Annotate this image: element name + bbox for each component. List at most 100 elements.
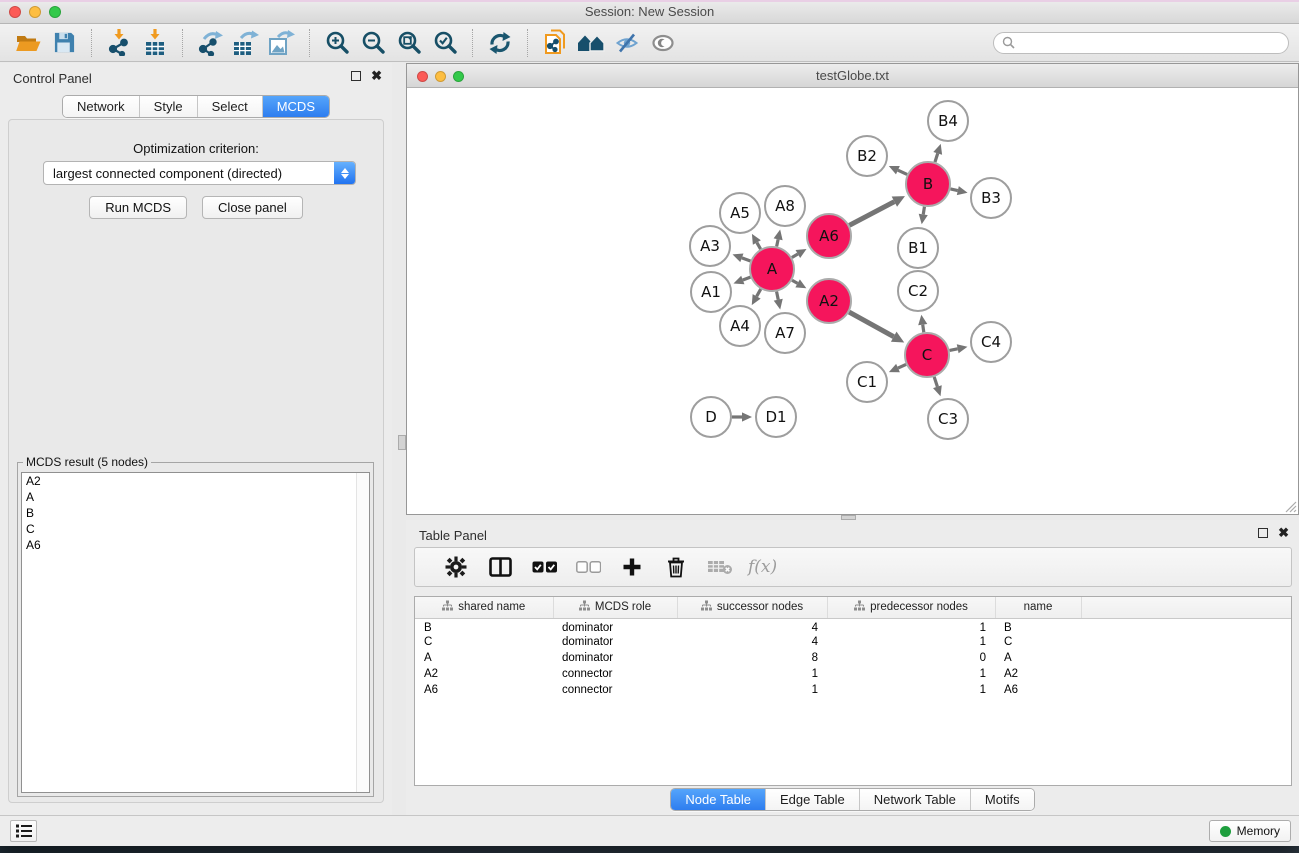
graph-node-B[interactable]: B (906, 162, 950, 206)
graph-edge-A-A8[interactable] (774, 230, 783, 247)
first-neighbors-button[interactable] (576, 28, 606, 58)
save-session-button[interactable] (49, 28, 79, 58)
result-list-item[interactable]: A (22, 489, 369, 505)
graph-node-A4[interactable]: A4 (720, 306, 760, 346)
close-panel-icon[interactable]: ✖ (371, 71, 382, 81)
graph-node-D1[interactable]: D1 (756, 397, 796, 437)
show-graphics-details-button[interactable] (648, 28, 678, 58)
graph-edge-C-C4[interactable] (950, 344, 968, 353)
table-cell[interactable]: 1 (677, 666, 827, 682)
tab-edge-table[interactable]: Edge Table (765, 789, 859, 810)
graph-edge-B-B1[interactable] (919, 207, 928, 225)
graph-node-B3[interactable]: B3 (971, 178, 1011, 218)
new-network-from-selection-button[interactable] (540, 28, 570, 58)
run-mcds-button[interactable]: Run MCDS (89, 196, 187, 219)
hide-graphics-details-button[interactable] (612, 28, 642, 58)
table-cell[interactable]: 1 (827, 682, 995, 698)
table-cell[interactable]: 8 (677, 650, 827, 666)
graph-edge-B-B2[interactable] (889, 166, 907, 174)
graph-node-C4[interactable]: C4 (971, 322, 1011, 362)
table-cell[interactable]: C (995, 634, 1081, 650)
fx-button[interactable]: f(x) (748, 557, 777, 577)
graph-edge-A2-C[interactable] (849, 312, 904, 342)
graph-node-C3[interactable]: C3 (928, 399, 968, 439)
graph-node-A8[interactable]: A8 (765, 186, 805, 226)
zoom-in-button[interactable] (322, 28, 352, 58)
graph-node-A[interactable]: A (750, 247, 794, 291)
table-cell[interactable]: 1 (827, 666, 995, 682)
panel-list-button[interactable] (10, 820, 37, 842)
graph-node-C[interactable]: C (905, 333, 949, 377)
close-panel-button[interactable]: Close panel (202, 196, 303, 219)
tab-mcds[interactable]: MCDS (262, 96, 329, 117)
column-header-shared-name[interactable]: shared name (415, 597, 553, 618)
table-cell[interactable]: A2 (415, 666, 553, 682)
table-cell[interactable]: connector (553, 666, 677, 682)
table-cell[interactable]: dominator (553, 650, 677, 666)
tab-style[interactable]: Style (139, 96, 197, 117)
graph-node-A5[interactable]: A5 (720, 193, 760, 233)
delete-table-button[interactable] (707, 554, 733, 580)
graph-edge-A6-B[interactable] (849, 196, 905, 225)
graph-node-A1[interactable]: A1 (691, 272, 731, 312)
table-cell[interactable]: A6 (415, 682, 553, 698)
select-all-button[interactable] (531, 554, 557, 580)
column-header-name[interactable]: name (995, 597, 1081, 618)
close-table-panel-icon[interactable]: ✖ (1278, 528, 1289, 538)
table-cell[interactable]: A2 (995, 666, 1081, 682)
table-settings-button[interactable] (443, 554, 469, 580)
resize-grip-icon[interactable] (1283, 499, 1297, 513)
result-list-item[interactable]: B (22, 505, 369, 521)
table-row[interactable]: Adominator80A (415, 650, 1291, 666)
zoom-out-button[interactable] (358, 28, 388, 58)
graph-edge-C-C2[interactable] (918, 315, 927, 332)
table-cell[interactable]: 4 (677, 618, 827, 634)
table-cell[interactable]: connector (553, 682, 677, 698)
deselect-all-button[interactable] (575, 554, 601, 580)
export-network-button[interactable] (195, 28, 225, 58)
graph-edge-A-A4[interactable] (752, 289, 761, 305)
tab-network[interactable]: Network (63, 96, 139, 117)
table-cell[interactable]: 1 (677, 682, 827, 698)
delete-column-button[interactable] (663, 554, 689, 580)
result-list-item[interactable]: C (22, 521, 369, 537)
show-columns-button[interactable] (487, 554, 513, 580)
table-cell[interactable]: 1 (827, 634, 995, 650)
result-scrollbar[interactable] (356, 473, 369, 792)
tab-node-table[interactable]: Node Table (671, 789, 765, 810)
graph-edge-B-B3[interactable] (950, 186, 967, 195)
graph-edge-A-A2[interactable] (792, 279, 806, 288)
table-cell[interactable]: A6 (995, 682, 1081, 698)
graph-node-C2[interactable]: C2 (898, 271, 938, 311)
table-cell[interactable]: C (415, 634, 553, 650)
table-cell[interactable]: B (415, 618, 553, 634)
graph-edge-A-A1[interactable] (733, 276, 750, 285)
table-cell[interactable]: dominator (553, 634, 677, 650)
export-image-button[interactable] (267, 28, 297, 58)
table-row[interactable]: A2connector11A2 (415, 666, 1291, 682)
network-canvas[interactable]: B4B2BB3A8A5A6A3B1AC2A1A2A4A7C4CC1C3DD1 (407, 88, 1298, 514)
graph-edge-A-A3[interactable] (733, 254, 751, 263)
import-table-button[interactable] (140, 28, 170, 58)
graph-node-B1[interactable]: B1 (898, 228, 938, 268)
column-header-MCDS-role[interactable]: MCDS role (553, 597, 677, 618)
table-cell[interactable]: 1 (827, 618, 995, 634)
graph-edge-C-C3[interactable] (933, 377, 942, 396)
graph-edge-A-A6[interactable] (792, 249, 807, 258)
graph-node-C1[interactable]: C1 (847, 362, 887, 402)
float-panel-icon[interactable] (351, 71, 361, 81)
graph-node-A7[interactable]: A7 (765, 313, 805, 353)
table-cell[interactable]: dominator (553, 618, 677, 634)
table-cell[interactable]: A (995, 650, 1081, 666)
add-column-button[interactable] (619, 554, 645, 580)
vertical-splitter-handle[interactable] (398, 435, 406, 450)
criterion-select[interactable]: largest connected component (directed) (43, 161, 356, 185)
graph-node-B2[interactable]: B2 (847, 136, 887, 176)
graph-edge-C-C1[interactable] (889, 364, 906, 372)
float-table-panel-icon[interactable] (1258, 528, 1268, 538)
tab-network-table[interactable]: Network Table (859, 789, 970, 810)
graph-node-A3[interactable]: A3 (690, 226, 730, 266)
tab-motifs[interactable]: Motifs (970, 789, 1034, 810)
result-list-item[interactable]: A2 (22, 473, 369, 489)
graph-node-B4[interactable]: B4 (928, 101, 968, 141)
